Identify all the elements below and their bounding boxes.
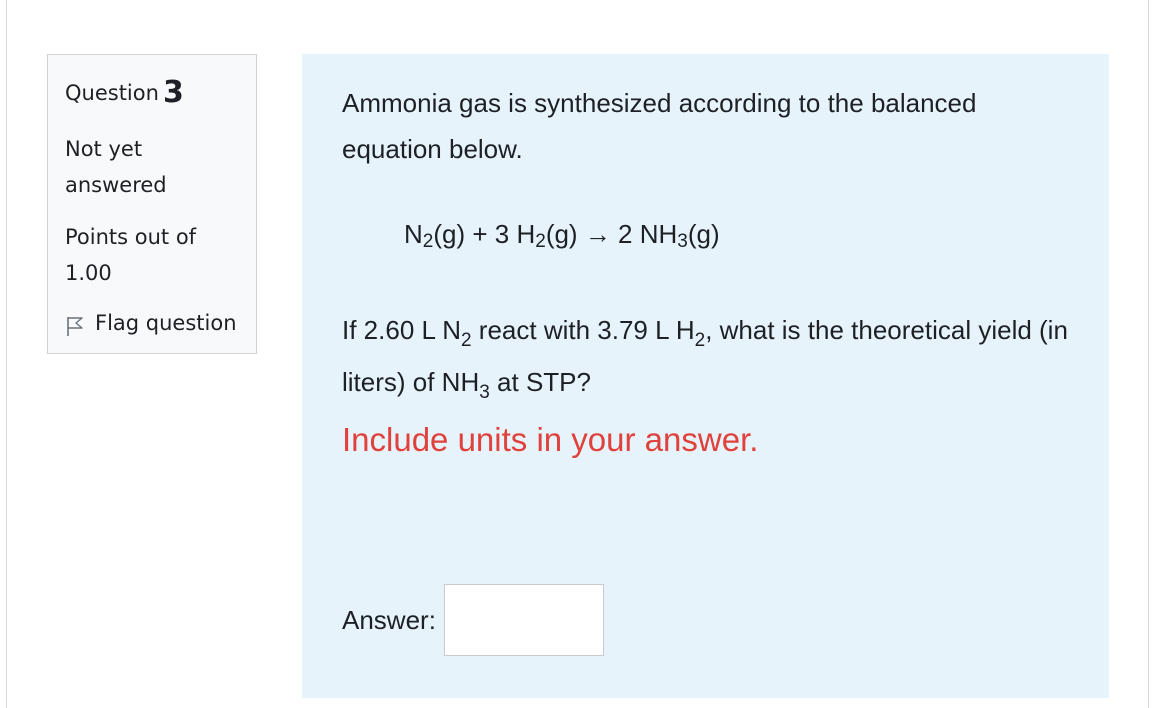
eq-part-3: (g) → 2 NH xyxy=(545,219,678,249)
prompt-sub-3: 3 xyxy=(479,382,490,403)
grade-line-2: 1.00 xyxy=(65,261,112,285)
prompt-part-2: react with 3.79 L H xyxy=(471,315,695,345)
chemical-equation: N2(g) + 3 H2(g) → 2 NH3(g) xyxy=(404,219,720,252)
flag-question-button[interactable]: Flag question xyxy=(65,305,237,341)
question-info-panel: Question 3 Not yet answered Points out of… xyxy=(47,54,257,354)
question-state: Not yet answered xyxy=(65,131,235,203)
prompt-part-1: If 2.60 L N xyxy=(342,315,461,345)
state-line-2: answered xyxy=(65,173,167,197)
eq-part-4: (g) xyxy=(687,219,720,249)
question-number: Question 3 xyxy=(65,73,184,110)
question-grade: Points out of 1.00 xyxy=(65,219,245,291)
answer-label: Answer: xyxy=(342,604,436,635)
question-label: Question xyxy=(65,81,159,105)
answer-row: Answer: xyxy=(342,584,604,656)
answer-input[interactable] xyxy=(443,584,604,656)
question-prompt: If 2.60 L N2 react with 3.79 L H2, what … xyxy=(342,306,1082,410)
flag-icon xyxy=(65,312,85,336)
prompt-sub-2: 2 xyxy=(694,330,706,351)
flag-question-label[interactable]: Flag question xyxy=(95,305,237,341)
grade-line-1: Points out of xyxy=(65,225,197,249)
question-content: Ammonia gas is synthesized according to … xyxy=(302,54,1109,698)
eq-sub-2: 2 xyxy=(535,231,546,252)
prompt-part-4: at STP? xyxy=(489,367,591,397)
question-intro: Ammonia gas is synthesized according to … xyxy=(342,88,977,164)
units-note: Include units in your answer. xyxy=(342,421,759,458)
state-line-1: Not yet xyxy=(65,137,143,161)
eq-sub-1: 2 xyxy=(422,231,434,252)
prompt-sub-1: 2 xyxy=(461,330,472,351)
eq-part-2: (g) + 3 H xyxy=(433,219,536,249)
eq-part-1: N xyxy=(404,219,423,249)
eq-sub-3: 3 xyxy=(677,231,688,252)
question-number-value: 3 xyxy=(162,75,184,110)
